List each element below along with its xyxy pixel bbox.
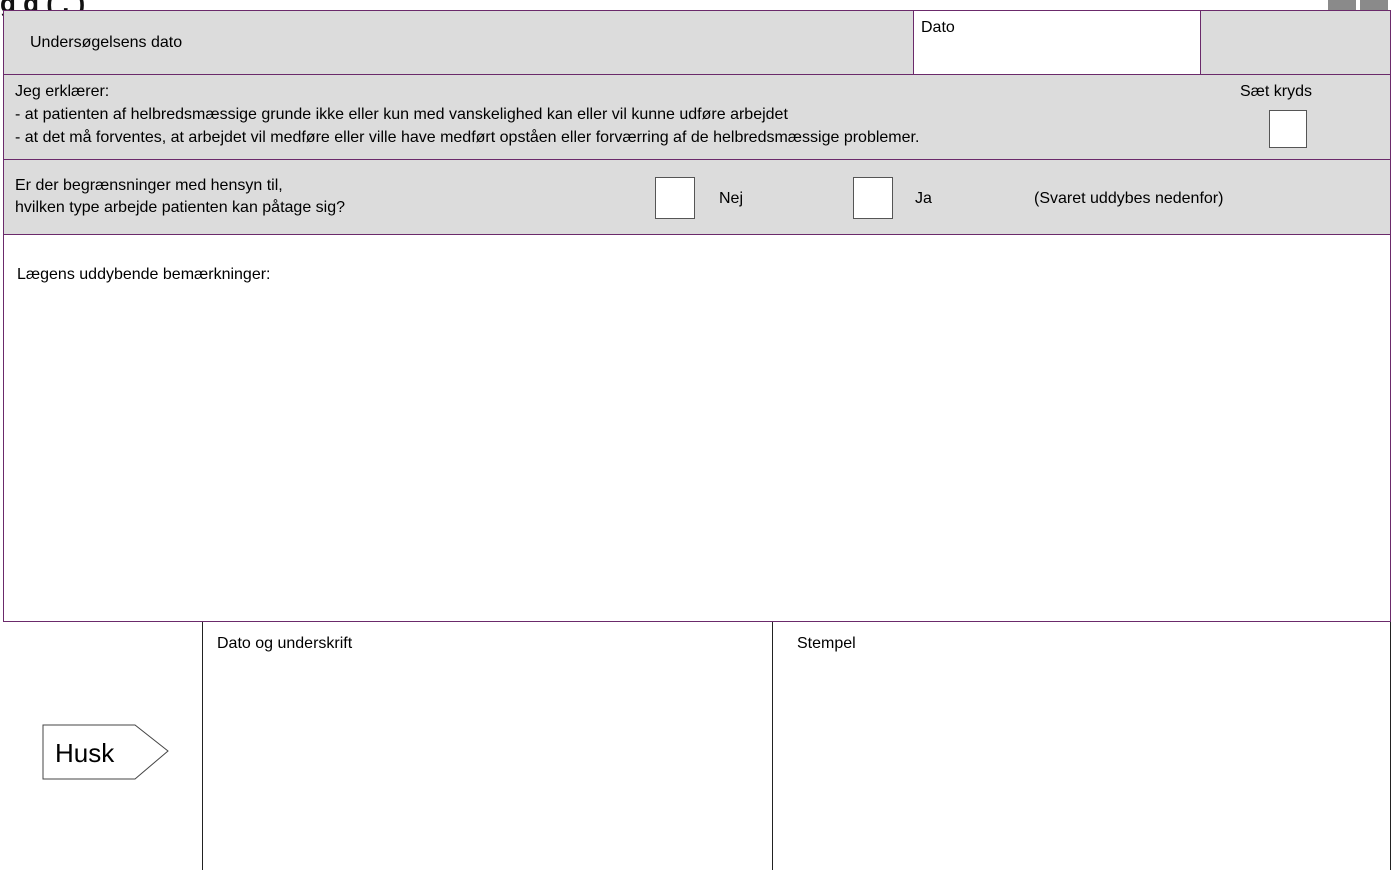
declaration-item-1: - at patienten af helbredsmæssige grunde… bbox=[15, 106, 788, 123]
signature-label: Dato og underskrift bbox=[217, 635, 353, 652]
declaration-item-2: - at det må forventes, at arbejdet vil m… bbox=[15, 129, 920, 146]
declaration-checkbox[interactable] bbox=[1269, 110, 1307, 148]
answer-note: (Svaret uddybes nedenfor) bbox=[1034, 190, 1224, 207]
restrictions-question-line2: hvilken type arbejde patienten kan påtag… bbox=[15, 199, 346, 216]
exam-date-field[interactable] bbox=[913, 10, 1200, 74]
remarks-label: Lægens uddybende bemærkninger: bbox=[17, 266, 271, 283]
stamp-field[interactable] bbox=[773, 656, 1389, 870]
yes-label: Ja bbox=[915, 190, 932, 207]
date-label: Dato bbox=[921, 19, 955, 36]
declaration-heading: Jeg erklærer: bbox=[15, 83, 110, 100]
yes-checkbox[interactable] bbox=[853, 177, 893, 219]
checkbox-instruction: Sæt kryds bbox=[1240, 83, 1313, 100]
exam-date-label: Undersøgelsens dato bbox=[30, 34, 183, 51]
signature-field[interactable] bbox=[203, 656, 771, 870]
no-label: Nej bbox=[719, 190, 744, 207]
husk-label: Husk bbox=[55, 738, 115, 768]
restrictions-question-line1: Er der begrænsninger med hensyn til, bbox=[15, 177, 283, 194]
no-checkbox[interactable] bbox=[655, 177, 695, 219]
remarks-field[interactable] bbox=[4, 288, 1389, 618]
stamp-label: Stempel bbox=[797, 635, 856, 652]
